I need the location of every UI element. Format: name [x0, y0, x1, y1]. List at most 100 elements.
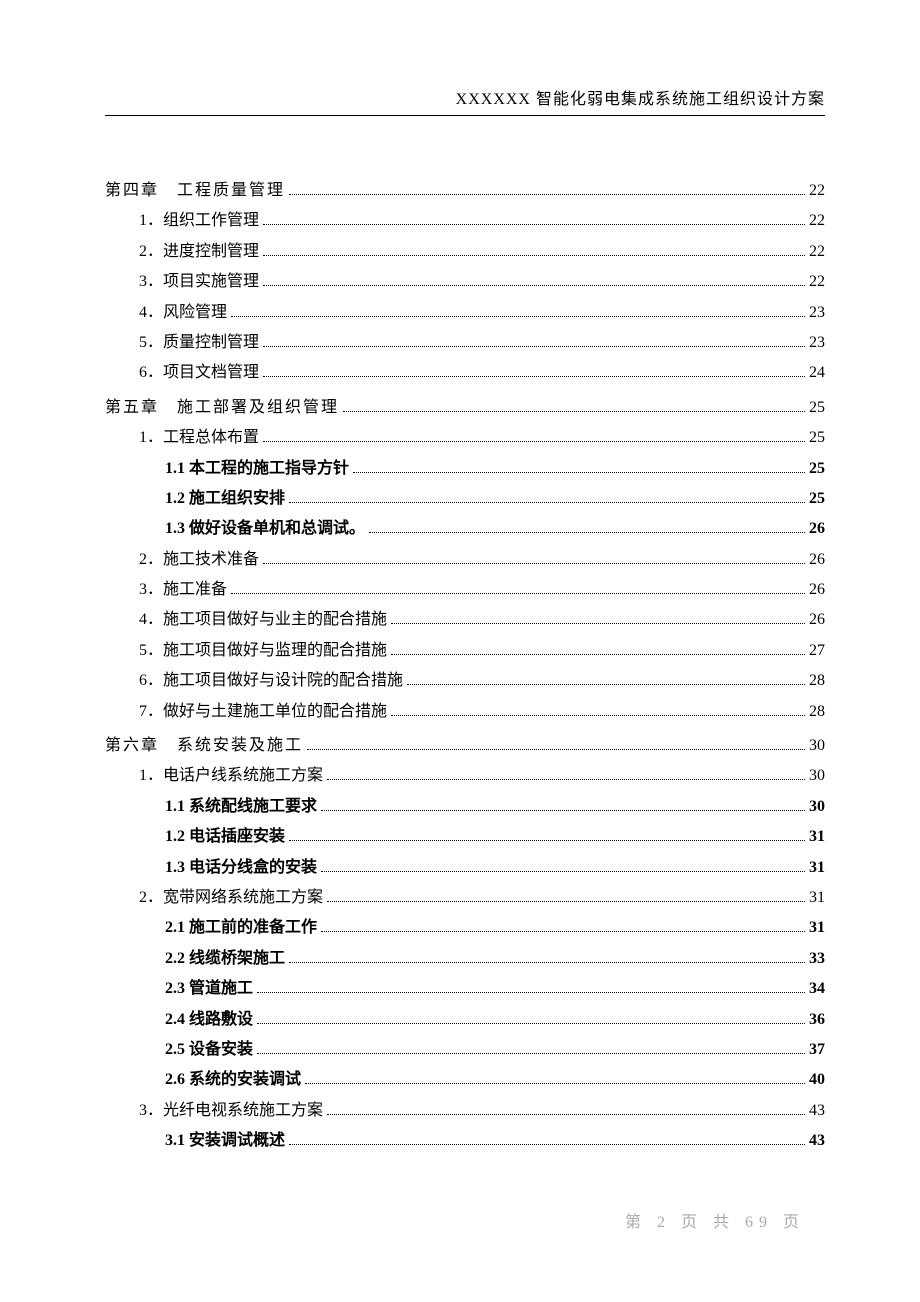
toc-entry-label: 第六章 系统安装及施工: [105, 731, 303, 761]
toc-entry: 7．做好与土建施工单位的配合措施28: [105, 697, 825, 727]
toc-entry-label: 2.6 系统的安装调试: [165, 1065, 301, 1095]
toc-entry-label: 1．组织工作管理: [139, 206, 259, 236]
toc-entry-page: 31: [809, 883, 825, 913]
toc-leader-dots: [289, 840, 805, 841]
toc-entry-label: 3．项目实施管理: [139, 267, 259, 297]
toc-entry-page: 25: [809, 393, 825, 423]
toc-entry: 1．组织工作管理 22: [105, 206, 825, 236]
toc-entry-label: 3．光纤电视系统施工方案: [139, 1096, 323, 1126]
toc-entry-page: 31: [809, 853, 825, 883]
toc-leader-dots: [391, 715, 805, 716]
toc-entry-page: 34: [809, 974, 825, 1004]
toc-entry-label: 2.1 施工前的准备工作: [165, 913, 317, 943]
toc-entry-page: 22: [809, 206, 825, 236]
toc-entry-label: 1．工程总体布置: [139, 423, 259, 453]
toc-leader-dots: [289, 962, 805, 963]
toc-leader-dots: [257, 1053, 805, 1054]
toc-entry-label: 3.1 安装调试概述: [165, 1126, 285, 1156]
toc-entry-page: 30: [809, 731, 825, 761]
toc-entry: 3．施工准备 26: [105, 575, 825, 605]
toc-entry: 2.1 施工前的准备工作31: [105, 913, 825, 943]
toc-entry: 1.2 电话插座安装31: [105, 822, 825, 852]
page-footer: 第 2 页 共 69 页: [625, 1208, 805, 1232]
toc-entry-label: 2.2 线缆桥架施工: [165, 944, 285, 974]
toc-leader-dots: [289, 1144, 805, 1145]
toc-entry-label: 2.3 管道施工: [165, 974, 253, 1004]
toc-leader-dots: [263, 441, 805, 442]
toc-entry: 1.1 本工程的施工指导方针 25: [105, 454, 825, 484]
toc-entry: 2．施工技术准备26: [105, 545, 825, 575]
toc-entry-label: 5．质量控制管理: [139, 328, 259, 358]
toc-entry-label: 1.1 本工程的施工指导方针: [165, 454, 349, 484]
toc-entry-label: 7．做好与土建施工单位的配合措施: [139, 697, 387, 727]
toc-entry-label: 1．电话户线系统施工方案: [139, 761, 323, 791]
toc-entry-label: 6．项目文档管理: [139, 358, 259, 388]
table-of-contents: 第四章 工程质量管理221．组织工作管理222．进度控制管理223．项目实施管理…: [105, 176, 825, 1157]
toc-entry: 6．施工项目做好与设计院的配合措施28: [105, 666, 825, 696]
toc-entry-page: 25: [809, 454, 825, 484]
toc-entry-page: 22: [809, 237, 825, 267]
toc-entry-page: 25: [809, 484, 825, 514]
toc-entry-label: 1.3 电话分线盒的安装: [165, 853, 317, 883]
toc-entry: 1.3 做好设备单机和总调试。 26: [105, 514, 825, 544]
toc-entry-label: 第四章 工程质量管理: [105, 176, 285, 206]
toc-entry: 2.6 系统的安装调试 40: [105, 1065, 825, 1095]
toc-entry-label: 1.3 做好设备单机和总调试。: [165, 514, 365, 544]
toc-entry-page: 30: [809, 792, 825, 822]
toc-leader-dots: [407, 684, 805, 685]
toc-entry: 5．质量控制管理23: [105, 328, 825, 358]
toc-entry-page: 26: [809, 575, 825, 605]
toc-leader-dots: [231, 593, 805, 594]
toc-leader-dots: [263, 224, 805, 225]
toc-entry: 2.4 线路敷设36: [105, 1005, 825, 1035]
toc-entry: 1.1 系统配线施工要求30: [105, 792, 825, 822]
toc-entry: 2．进度控制管理22: [105, 237, 825, 267]
toc-entry-page: 22: [809, 267, 825, 297]
toc-leader-dots: [327, 901, 805, 902]
toc-entry: 2.5 设备安装37: [105, 1035, 825, 1065]
toc-entry-page: 24: [809, 358, 825, 388]
toc-entry-label: 3．施工准备: [139, 575, 227, 605]
toc-entry: 6．项目文档管理 24: [105, 358, 825, 388]
toc-leader-dots: [305, 1083, 805, 1084]
toc-leader-dots: [327, 779, 805, 780]
toc-leader-dots: [321, 871, 805, 872]
toc-entry-page: 33: [809, 944, 825, 974]
toc-entry: 1.2 施工组织安排25: [105, 484, 825, 514]
toc-leader-dots: [263, 255, 805, 256]
toc-entry: 3．光纤电视系统施工方案43: [105, 1096, 825, 1126]
toc-entry-page: 43: [809, 1126, 825, 1156]
toc-leader-dots: [327, 1114, 805, 1115]
toc-leader-dots: [321, 931, 805, 932]
toc-entry: 1.3 电话分线盒的安装 31: [105, 853, 825, 883]
toc-entry-page: 26: [809, 605, 825, 635]
toc-entry: 4．风险管理 23: [105, 298, 825, 328]
document-page: XXXXXX 智能化弱电集成系统施工组织设计方案 第四章 工程质量管理221．组…: [0, 0, 920, 1157]
toc-entry-page: 23: [809, 298, 825, 328]
toc-leader-dots: [231, 316, 805, 317]
toc-leader-dots: [321, 810, 805, 811]
toc-leader-dots: [307, 749, 805, 750]
toc-entry-page: 40: [809, 1065, 825, 1095]
toc-entry-page: 22: [809, 176, 825, 206]
toc-leader-dots: [353, 472, 805, 473]
toc-entry-page: 30: [809, 761, 825, 791]
toc-leader-dots: [343, 411, 805, 412]
toc-leader-dots: [369, 532, 805, 533]
page-header: XXXXXX 智能化弱电集成系统施工组织设计方案: [105, 85, 825, 116]
toc-leader-dots: [257, 992, 805, 993]
toc-entry-label: 4．风险管理: [139, 298, 227, 328]
toc-entry-label: 第五章 施工部署及组织管理: [105, 393, 339, 423]
toc-entry: 2.3 管道施工 34: [105, 974, 825, 1004]
toc-leader-dots: [257, 1023, 805, 1024]
toc-entry-label: 1.2 电话插座安装: [165, 822, 285, 852]
toc-entry-label: 5．施工项目做好与监理的配合措施: [139, 636, 387, 666]
toc-leader-dots: [263, 376, 805, 377]
toc-entry: 3.1 安装调试概述 43: [105, 1126, 825, 1156]
toc-entry-page: 26: [809, 514, 825, 544]
toc-entry-label: 2．施工技术准备: [139, 545, 259, 575]
toc-entry-label: 2．宽带网络系统施工方案: [139, 883, 323, 913]
toc-entry: 1．工程总体布置25: [105, 423, 825, 453]
toc-leader-dots: [289, 502, 805, 503]
toc-entry-label: 2.4 线路敷设: [165, 1005, 253, 1035]
